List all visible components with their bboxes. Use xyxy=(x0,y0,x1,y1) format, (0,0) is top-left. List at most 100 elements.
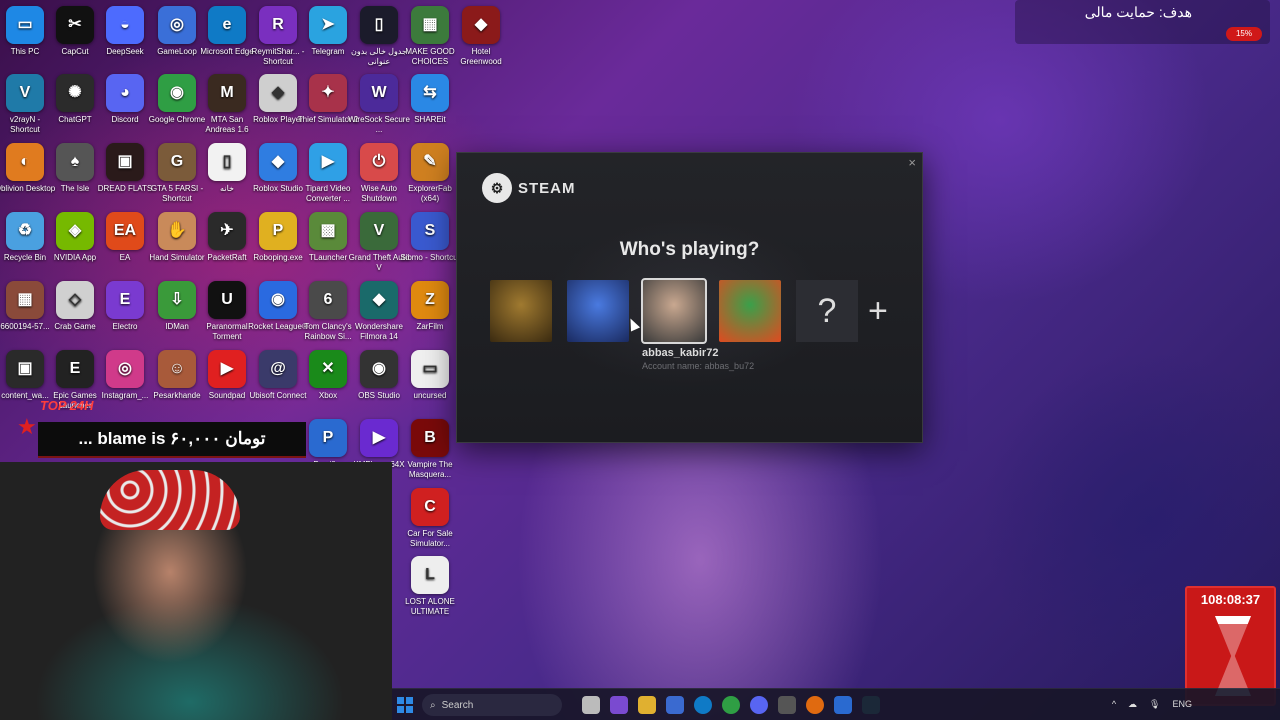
app-icon: @ xyxy=(259,350,297,388)
desktop-icon[interactable]: ▭ uncursed xyxy=(399,350,461,401)
app-icon: P xyxy=(309,419,347,457)
app-icon: U xyxy=(208,281,246,319)
close-icon[interactable]: × xyxy=(908,155,916,170)
selected-username: abbas_kabir72 xyxy=(642,347,719,359)
app-icon: ◎ xyxy=(158,6,196,44)
add-account-button[interactable]: + xyxy=(868,294,888,328)
taskbar-store-icon[interactable] xyxy=(666,696,684,714)
desktop-icon-label: LOST ALONE ULTIMATE xyxy=(405,597,455,616)
app-icon: ✺ xyxy=(56,74,94,112)
taskbar-app-icon[interactable] xyxy=(778,696,796,714)
app-icon: EA xyxy=(106,212,144,250)
app-icon: ♠ xyxy=(56,143,94,181)
language-indicator[interactable]: ENG xyxy=(1172,699,1192,710)
app-icon: ◈ xyxy=(56,212,94,250)
app-icon: ◉ xyxy=(360,350,398,388)
account-avatar-blue[interactable] xyxy=(567,280,629,342)
desktop-icon-label: ExplorerFab (x64) xyxy=(408,184,452,203)
taskbar-edge-icon[interactable] xyxy=(694,696,712,714)
app-icon: ◎ xyxy=(106,350,144,388)
app-icon: 6 xyxy=(309,281,347,319)
taskbar-steam-icon[interactable] xyxy=(862,696,880,714)
goal-text: هدف: حمایت مالی xyxy=(1084,4,1192,20)
hourglass-icon xyxy=(1215,616,1251,696)
steam-wordmark: STEAM xyxy=(518,179,576,197)
app-icon: ⇆ xyxy=(411,74,449,112)
app-icon: ▭ xyxy=(411,350,449,388)
app-icon: ◉ xyxy=(259,281,297,319)
app-icon: ▭ xyxy=(6,6,44,44)
cloud-icon[interactable]: ☁ xyxy=(1128,699,1137,710)
desktop-icon[interactable]: C Car For Sale Simulator... xyxy=(399,488,461,549)
account-avatar-abbas-kabir72[interactable] xyxy=(641,278,707,344)
taskbar-app-icon[interactable] xyxy=(582,696,600,714)
desktop-icon[interactable]: ⇆ SHAREit xyxy=(399,74,461,125)
taskbar-discord-icon[interactable] xyxy=(750,696,768,714)
desktop-icon[interactable]: L LOST ALONE ULTIMATE xyxy=(399,556,461,617)
app-icon: ◉ xyxy=(158,74,196,112)
app-icon: ☺ xyxy=(158,350,196,388)
app-icon: ▣ xyxy=(6,350,44,388)
app-icon: ◇ xyxy=(56,281,94,319)
taskbar-file-explorer-icon[interactable] xyxy=(638,696,656,714)
app-icon: ✎ xyxy=(411,143,449,181)
taskbar: ⌕ Search ^ ☁ 🎙 ENG xyxy=(392,688,1280,720)
app-icon: ✂ xyxy=(56,6,94,44)
app-icon: ▶ xyxy=(208,350,246,388)
app-icon: E xyxy=(106,281,144,319)
desktop-icon[interactable]: B Vampire The Masquera... xyxy=(399,419,461,480)
microphone-icon[interactable]: 🎙 xyxy=(1149,699,1160,710)
app-icon: ◆ xyxy=(259,143,297,181)
webcam-streamer-bandana xyxy=(100,470,240,530)
desktop-icon-label: Car For Sale Simulator... xyxy=(407,529,453,548)
search-icon: ⌕ xyxy=(430,699,436,711)
app-icon: ◕ xyxy=(106,74,144,112)
app-icon: ▯ xyxy=(360,6,398,44)
account-avatar-game[interactable] xyxy=(719,280,781,342)
app-icon: ▣ xyxy=(106,143,144,181)
app-icon: B xyxy=(411,419,449,457)
account-avatar-leopard[interactable] xyxy=(490,280,552,342)
chevron-up-icon[interactable]: ^ xyxy=(1112,699,1116,710)
star-icon: ★ xyxy=(17,414,37,439)
desktop-icon-label: Vampire The Masquera... xyxy=(407,460,453,479)
app-icon: R xyxy=(259,6,297,44)
app-icon: M xyxy=(208,74,246,112)
steam-account-picker: × ⚙ STEAM Who's playing? ? + abbas_kabir… xyxy=(456,152,923,443)
app-icon: ◆ xyxy=(259,74,297,112)
app-icon: W xyxy=(360,74,398,112)
app-icon: V xyxy=(360,212,398,250)
taskbar-proxifier-icon[interactable] xyxy=(834,696,852,714)
search-placeholder: Search xyxy=(441,699,474,711)
app-icon: C xyxy=(411,488,449,526)
app-icon: ▦ xyxy=(6,281,44,319)
app-icon: ▶ xyxy=(309,143,347,181)
desktop-icon[interactable]: S Sibmo - Shortcut xyxy=(399,212,461,263)
taskbar-chrome-icon[interactable] xyxy=(722,696,740,714)
app-icon: ⇩ xyxy=(158,281,196,319)
steam-logo: ⚙ STEAM xyxy=(482,173,576,203)
taskbar-app-icon[interactable] xyxy=(806,696,824,714)
app-icon: L xyxy=(411,556,449,594)
system-tray: ^ ☁ 🎙 ENG xyxy=(1112,699,1192,710)
app-icon: V xyxy=(6,74,44,112)
app-icon: ⏻ xyxy=(360,143,398,181)
app-icon: ◐ xyxy=(6,143,44,181)
top-donation-label: TOP 24H xyxy=(40,398,94,413)
desktop-icon[interactable]: ◆ Hotel Greenwood xyxy=(450,6,512,67)
taskbar-app-icon[interactable] xyxy=(610,696,628,714)
app-icon: ♻ xyxy=(6,212,44,250)
unknown-account-button[interactable]: ? xyxy=(796,280,858,342)
app-icon: ▶ xyxy=(360,419,398,457)
app-icon: ✈ xyxy=(208,212,246,250)
app-icon: ▩ xyxy=(309,212,347,250)
app-icon: ▦ xyxy=(411,6,449,44)
taskbar-search[interactable]: ⌕ Search xyxy=(422,694,562,716)
desktop-icon[interactable]: ✎ ExplorerFab (x64) xyxy=(399,143,461,204)
app-icon: ◆ xyxy=(462,6,500,44)
app-icon: ➤ xyxy=(309,6,347,44)
app-icon: ✦ xyxy=(309,74,347,112)
windows-start-icon[interactable] xyxy=(397,697,413,713)
timer-value: 108:08:37 xyxy=(1200,592,1261,607)
app-icon: S xyxy=(411,212,449,250)
